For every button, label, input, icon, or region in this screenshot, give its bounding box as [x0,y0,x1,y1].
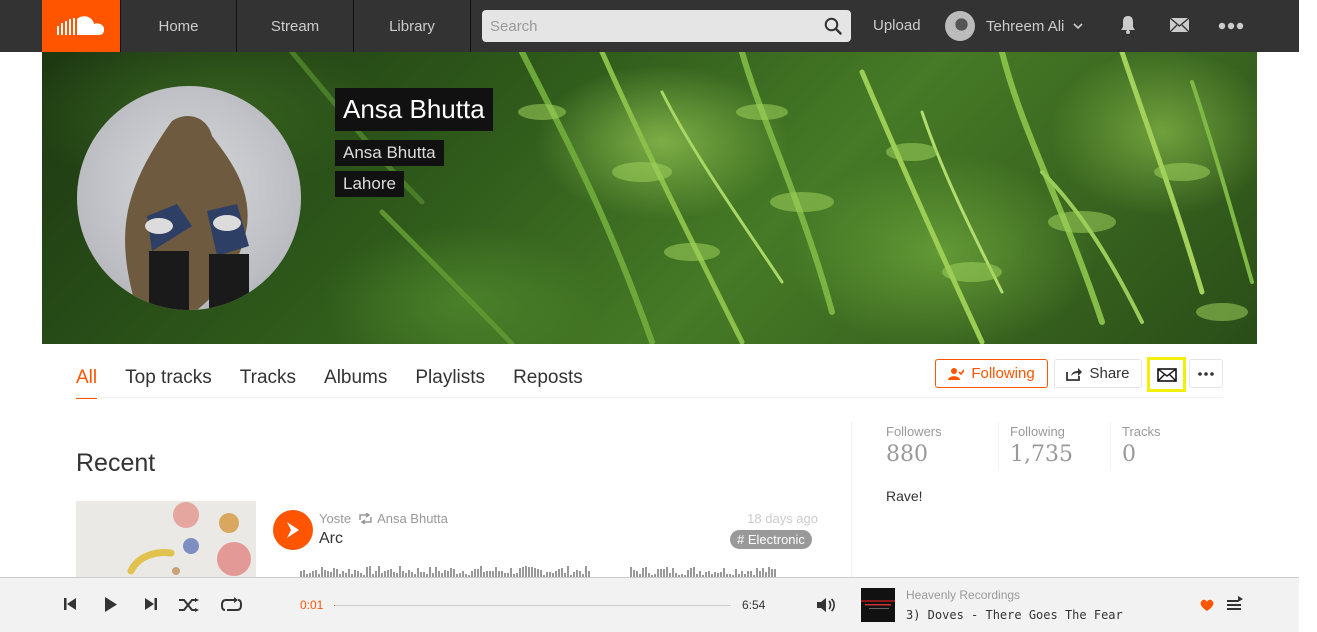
stat-following[interactable]: Following 1,735 [1010,424,1073,467]
tabs-divider [76,397,1223,398]
profile-display-name: Ansa Bhutta [335,88,493,131]
share-icon [1066,367,1083,381]
share-button-label: Share [1089,365,1130,382]
playback-bar: 0:01 6:54 Heavenly Recordings 3) Doves -… [0,577,1299,632]
track-uploader-line: Yoste Ansa Bhutta [319,511,448,526]
recent-heading: Recent [76,449,156,477]
playback-progress-bar[interactable] [334,605,731,606]
repeat-icon[interactable] [221,597,242,613]
now-playing-artwork[interactable] [861,588,895,622]
play-icon [287,522,299,538]
mail-icon [1156,367,1177,382]
upload-link[interactable]: Upload [873,17,921,34]
user-menu[interactable]: Tehreem Ali [945,11,1083,41]
sidebar-divider [851,421,852,581]
user-name: Tehreem Ali [986,17,1065,35]
repost-icon [359,513,372,524]
more-icon [1198,371,1214,376]
previous-icon[interactable] [63,597,77,611]
tab-playlists[interactable]: Playlists [415,366,485,399]
soundcloud-logo[interactable] [42,0,120,52]
play-button[interactable] [273,510,313,550]
stat-tracks-label: Tracks [1122,424,1161,439]
stat-following-label: Following [1010,424,1065,439]
now-playing-label[interactable]: Heavenly Recordings [906,588,1020,602]
stat-followers-label: Followers [886,424,942,439]
share-button[interactable]: Share [1054,359,1142,388]
search-input[interactable] [482,10,851,42]
elapsed-time: 0:01 [300,598,324,612]
stat-tracks-value: 0 [1122,442,1136,467]
nav-stream[interactable]: Stream [237,0,354,52]
stat-followers-value: 880 [886,442,928,467]
track-uploader[interactable]: Yoste [319,511,351,526]
mail-icon[interactable] [1169,17,1190,33]
play-icon[interactable] [104,597,118,612]
tab-all[interactable]: All [76,366,98,399]
profile-photo [125,116,249,310]
next-icon[interactable] [144,597,158,611]
nav-library[interactable]: Library [354,0,471,52]
now-playing-title[interactable]: 3) Doves - There Goes The Fear [906,608,1123,622]
track-waveform[interactable] [300,560,820,578]
search-icon[interactable] [824,17,842,35]
bell-icon[interactable] [1119,15,1137,35]
tab-top-tracks[interactable]: Top tracks [125,366,212,399]
profile-tabs: All Top tracks Tracks Albums Playlists R… [76,366,611,399]
track-reposter[interactable]: Ansa Bhutta [377,511,448,526]
stat-tracks[interactable]: Tracks 0 [1122,424,1161,467]
track-title[interactable]: Arc [319,530,343,548]
genre-tag[interactable]: # Electronic [730,530,812,549]
top-navigation-bar: Home Stream Library Upload Tehreem Ali [0,0,1299,52]
stat-followers[interactable]: Followers 880 [886,424,942,467]
volume-icon[interactable] [816,597,836,613]
track-posted-time: 18 days ago [747,511,818,526]
track-duration: 6:54 [742,598,766,612]
following-button-label: Following [971,365,1035,382]
profile-full-name: Ansa Bhutta [335,140,444,166]
following-person-icon [948,367,965,380]
search-box [482,10,851,42]
profile-avatar[interactable] [77,86,301,310]
logo-icon [57,16,105,35]
tab-reposts[interactable]: Reposts [513,366,583,399]
message-button[interactable] [1147,357,1186,392]
queue-icon[interactable] [1227,596,1243,612]
now-playing-artwork-image [861,600,895,609]
more-icon[interactable] [1218,22,1244,30]
profile-header: Ansa Bhutta Ansa Bhutta Lahore [42,52,1257,344]
more-actions-button[interactable] [1189,359,1223,388]
profile-bio: Rave! [886,488,923,504]
stat-separator [998,422,999,469]
stat-following-value: 1,735 [1010,442,1073,467]
tab-albums[interactable]: Albums [324,366,387,399]
stat-separator [1110,422,1111,469]
chevron-down-icon [1073,23,1083,29]
profile-city: Lahore [335,171,404,197]
progress-fill [334,605,335,606]
like-heart-icon[interactable] [1200,599,1214,612]
nav-home[interactable]: Home [120,0,237,52]
tab-tracks[interactable]: Tracks [240,366,296,399]
avatar [945,11,975,41]
shuffle-icon[interactable] [179,598,200,612]
following-button[interactable]: Following [935,359,1048,388]
